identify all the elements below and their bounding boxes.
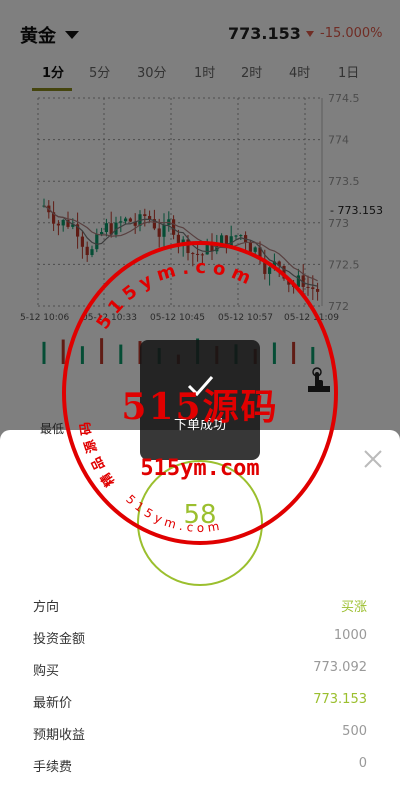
- checkmark-icon: [187, 376, 214, 397]
- success-toast: 下单成功: [140, 340, 260, 460]
- amount-label: 投资金额: [33, 632, 86, 647]
- countdown-value: 58: [183, 500, 217, 530]
- amount-value: 1000: [333, 628, 367, 643]
- close-icon[interactable]: [362, 448, 384, 470]
- fee-label: 手续费: [33, 760, 73, 775]
- latest-price-label: 最新价: [33, 696, 73, 711]
- expected-profit-value: 500: [342, 724, 367, 739]
- hand-pointer-icon[interactable]: [306, 366, 334, 394]
- buy-price-label: 购买: [33, 664, 60, 679]
- direction-value: 买涨: [340, 600, 367, 615]
- latest-price-value: 773.153: [313, 692, 367, 707]
- direction-label: 方向: [33, 600, 60, 615]
- expected-profit-label: 预期收益: [33, 728, 86, 743]
- toast-message: 下单成功: [173, 418, 226, 433]
- fee-value: 0: [358, 756, 367, 771]
- low-label: 最低: [40, 422, 65, 436]
- buy-price-value: 773.092: [313, 660, 367, 675]
